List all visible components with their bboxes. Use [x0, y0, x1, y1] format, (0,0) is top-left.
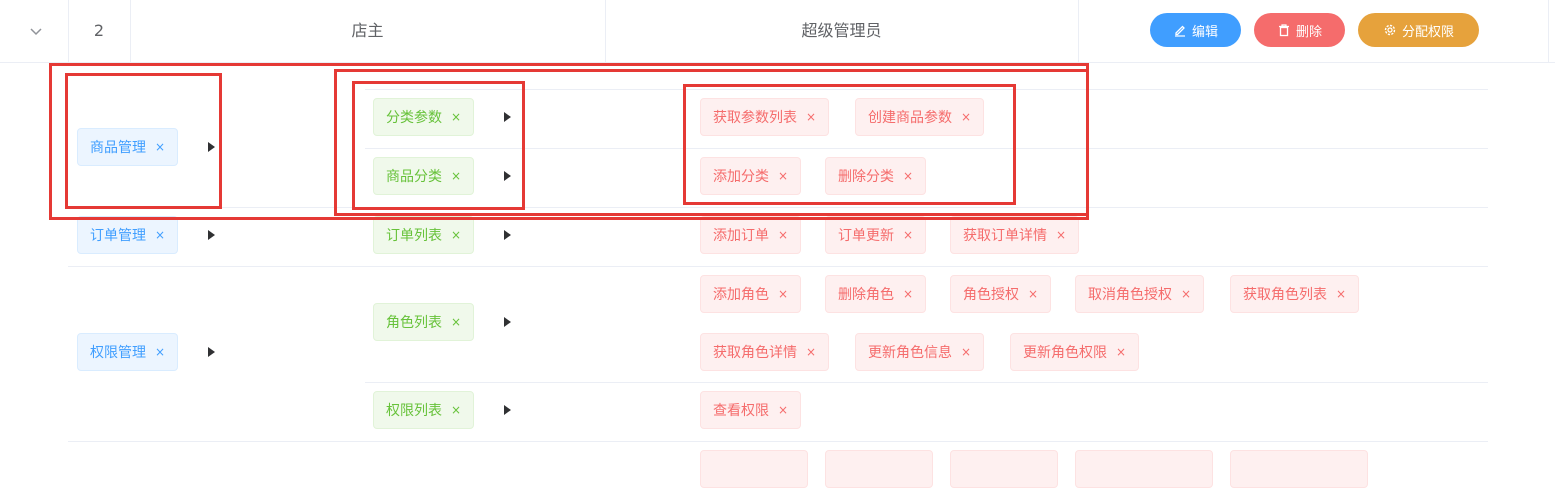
right-tag-l3[interactable]: 添加角色 × [700, 275, 802, 313]
close-icon[interactable]: × [451, 316, 461, 328]
tag-label: 查看权限 [713, 403, 769, 419]
close-icon[interactable]: × [903, 229, 913, 241]
close-icon[interactable]: × [778, 288, 788, 300]
right-tag-l3[interactable]: 获取角色详情 × [700, 333, 830, 371]
gear-icon [1383, 23, 1397, 37]
caret-right-icon [504, 317, 511, 327]
tree-divider [68, 266, 1488, 267]
tag-label: 权限管理 [90, 345, 146, 361]
caret-right-icon [208, 230, 215, 240]
edit-icon [1173, 23, 1187, 37]
close-icon[interactable]: × [806, 346, 816, 358]
right-tag-l3[interactable]: 更新角色权限 × [1010, 333, 1140, 371]
close-icon[interactable]: × [1056, 229, 1066, 241]
right-tag-l2[interactable]: 订单列表 × [373, 216, 475, 254]
right-tag-l1[interactable]: 权限管理 × [77, 333, 179, 371]
assign-rights-label: 分配权限 [1401, 24, 1454, 40]
right-tag-l2[interactable]: 权限列表 × [373, 391, 475, 429]
tree-divider [365, 382, 1488, 383]
caret-right-icon [208, 347, 215, 357]
close-icon[interactable]: × [1336, 288, 1346, 300]
right-tag-l1[interactable]: 订单管理 × [77, 216, 179, 254]
delete-button[interactable]: 删除 [1254, 13, 1345, 47]
edit-button[interactable]: 编辑 [1150, 13, 1241, 47]
tag-label: 获取订单详情 [963, 228, 1047, 244]
close-icon[interactable]: × [155, 229, 165, 241]
assign-rights-button[interactable]: 分配权限 [1358, 13, 1479, 47]
right-tag-l3-partial [1075, 450, 1213, 488]
close-icon[interactable]: × [778, 229, 788, 241]
tag-label: 删除角色 [838, 287, 894, 303]
tag-label: 角色列表 [386, 315, 442, 331]
role-name: 店主 [351, 21, 384, 40]
chevron-down-icon [30, 28, 42, 36]
row-index: 2 [93, 21, 105, 40]
close-icon[interactable]: × [903, 288, 913, 300]
right-tag-l3[interactable]: 删除角色 × [825, 275, 927, 313]
column-divider [1548, 0, 1549, 62]
tag-label: 角色授权 [963, 287, 1019, 303]
right-tag-l3[interactable]: 获取角色列表 × [1230, 275, 1360, 313]
close-icon[interactable]: × [451, 229, 461, 241]
tag-label: 取消角色授权 [1088, 287, 1172, 303]
tag-label: 权限列表 [386, 403, 442, 419]
close-icon[interactable]: × [1116, 346, 1126, 358]
annotation-box-level1 [65, 73, 222, 209]
tag-label: 订单管理 [90, 228, 146, 244]
tag-label: 获取角色详情 [713, 345, 797, 361]
tree-divider [68, 441, 1488, 442]
right-tag-l3[interactable]: 添加订单 × [700, 216, 802, 254]
tag-label: 获取角色列表 [1243, 287, 1327, 303]
close-icon[interactable]: × [1028, 288, 1038, 300]
annotation-box-level2 [352, 81, 525, 210]
tag-label: 更新角色权限 [1023, 345, 1107, 361]
right-tag-l3-partial [950, 450, 1058, 488]
tag-label: 订单更新 [838, 228, 894, 244]
close-icon[interactable]: × [155, 346, 165, 358]
right-tag-l3[interactable]: 角色授权 × [950, 275, 1052, 313]
right-tag-l3-partial [1230, 450, 1368, 488]
close-icon[interactable]: × [778, 404, 788, 416]
role-desc: 超级管理员 [801, 21, 882, 40]
caret-right-icon [504, 230, 511, 240]
delete-label: 删除 [1295, 24, 1322, 40]
trash-icon [1277, 23, 1291, 37]
close-icon[interactable]: × [451, 404, 461, 416]
right-tag-l2[interactable]: 角色列表 × [373, 303, 475, 341]
right-tag-l3[interactable]: 更新角色信息 × [855, 333, 985, 371]
close-icon[interactable]: × [961, 346, 971, 358]
right-tag-l3[interactable]: 取消角色授权 × [1075, 275, 1205, 313]
right-tag-l3-partial [700, 450, 808, 488]
right-tag-l3[interactable]: 查看权限 × [700, 391, 802, 429]
tag-label: 添加订单 [713, 228, 769, 244]
tag-label: 添加角色 [713, 287, 769, 303]
expand-toggle[interactable] [25, 20, 47, 42]
edit-label: 编辑 [1191, 24, 1218, 40]
right-tag-l3-partial [825, 450, 933, 488]
annotation-box-level3 [683, 84, 1016, 205]
tag-label: 更新角色信息 [868, 345, 952, 361]
column-divider [1078, 0, 1079, 62]
close-icon[interactable]: × [1181, 288, 1191, 300]
right-tag-l3[interactable]: 获取订单详情 × [950, 216, 1080, 254]
tag-label: 订单列表 [386, 228, 442, 244]
caret-right-icon [504, 405, 511, 415]
right-tag-l3[interactable]: 订单更新 × [825, 216, 927, 254]
